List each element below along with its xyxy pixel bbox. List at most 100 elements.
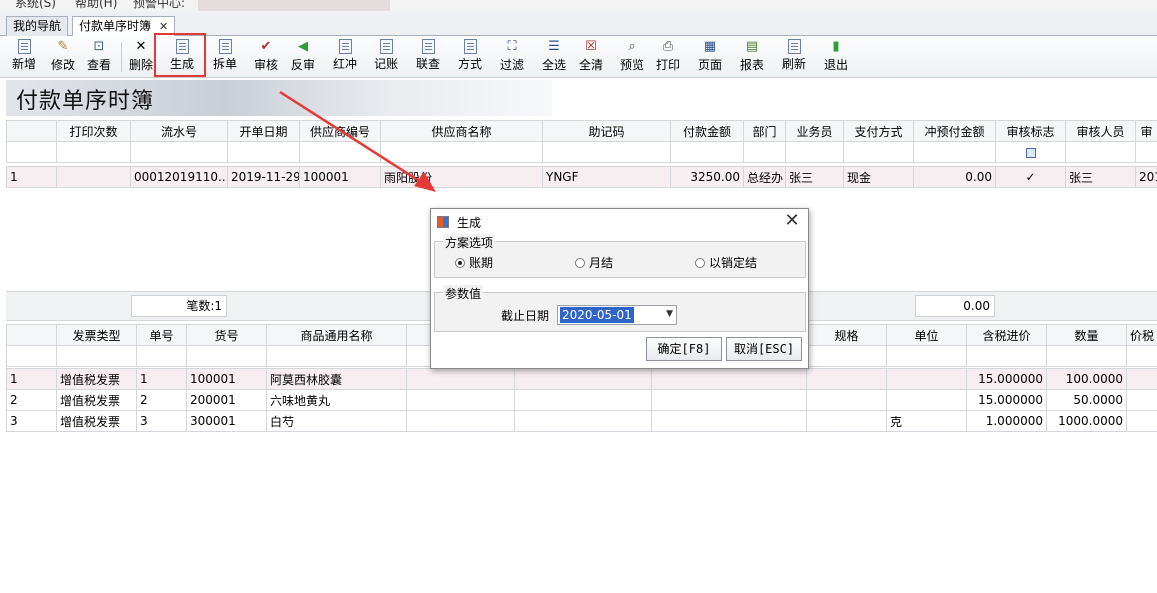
approve-button[interactable]: ✔ 审核: [250, 38, 282, 76]
view-button[interactable]: ⊡ 查看: [83, 38, 115, 76]
column-header[interactable]: 业务员: [785, 120, 844, 142]
edit-button[interactable]: ✎ 修改: [47, 38, 79, 76]
column-header[interactable]: [6, 324, 57, 346]
column-header[interactable]: 单位: [886, 324, 967, 346]
table-row[interactable]: 3 增值税发票 3 300001 白芍 克 1.000000 1000.0000: [6, 410, 1157, 432]
button-label: 预览: [619, 58, 644, 72]
column-header[interactable]: 发票类型: [56, 324, 137, 346]
filter-cell[interactable]: [966, 345, 1047, 367]
filter-cell[interactable]: [995, 141, 1066, 163]
report-button[interactable]: ▤ 报表: [736, 38, 768, 76]
close-icon[interactable]: ✕: [159, 20, 168, 33]
preview-button[interactable]: ⌕ 预览: [616, 38, 648, 76]
tab-my-navigation[interactable]: 我的导航: [6, 16, 69, 37]
filter-cell[interactable]: [380, 141, 543, 163]
post-button[interactable]: 记账: [370, 38, 402, 76]
column-header[interactable]: 部门: [743, 120, 786, 142]
chevron-down-icon[interactable]: ▼: [666, 309, 673, 319]
page-button[interactable]: ▦ 页面: [694, 38, 726, 76]
cell: [406, 389, 515, 411]
filter-cell[interactable]: [56, 141, 131, 163]
table-row[interactable]: 1 00012019110... 2019-11-29 100001 雨阳股份 …: [6, 166, 1157, 188]
exit-button[interactable]: ▮ 退出: [820, 38, 852, 76]
menu-help[interactable]: 帮助(H): [75, 0, 117, 11]
radio-monthly[interactable]: 月结: [575, 254, 613, 271]
filter-cell[interactable]: [130, 141, 228, 163]
button-label: 全清: [578, 58, 603, 72]
clear-all-button[interactable]: ☒ 全清: [575, 38, 607, 76]
approve-filter-checkbox[interactable]: [1025, 147, 1036, 158]
filter-cell[interactable]: [1065, 141, 1136, 163]
filter-cell[interactable]: [843, 141, 914, 163]
filter-cell[interactable]: [785, 141, 844, 163]
column-header[interactable]: 冲预付金额: [913, 120, 996, 142]
filter-cell[interactable]: [6, 141, 57, 163]
close-icon[interactable]: ✕: [782, 210, 802, 231]
column-header[interactable]: 打印次数: [56, 120, 131, 142]
mode-button[interactable]: 方式: [454, 38, 486, 76]
filter-cell[interactable]: [1126, 345, 1157, 367]
new-button[interactable]: 新增: [8, 38, 40, 76]
filter-cell[interactable]: [186, 345, 267, 367]
filter-cell[interactable]: [56, 345, 137, 367]
column-header[interactable]: 供应商名称: [380, 120, 543, 142]
red-reverse-button[interactable]: 红冲: [329, 38, 361, 76]
cell: [514, 368, 652, 390]
cell-item-name: 阿莫西林胶囊: [266, 368, 407, 390]
cutoff-date-dropdown[interactable]: 2020-05-01 ▼: [557, 305, 677, 325]
button-label: 联查: [415, 57, 440, 71]
filter-cell[interactable]: [1135, 141, 1157, 163]
ok-button[interactable]: 确定[F8]: [646, 337, 722, 361]
column-header[interactable]: 数量: [1046, 324, 1127, 346]
print-button[interactable]: ⎙ 打印: [652, 38, 684, 76]
column-header[interactable]: 支付方式: [843, 120, 914, 142]
filter-button[interactable]: ⛶ 过滤: [496, 38, 528, 76]
filter-cell[interactable]: [806, 345, 887, 367]
column-header[interactable]: 审核人员: [1065, 120, 1136, 142]
column-header[interactable]: 助记码: [542, 120, 671, 142]
column-header[interactable]: 价税: [1126, 324, 1157, 346]
column-header[interactable]: 流水号: [130, 120, 228, 142]
filter-cell[interactable]: [266, 345, 407, 367]
filter-cell[interactable]: [886, 345, 967, 367]
column-header[interactable]: 单号: [136, 324, 187, 346]
select-all-button[interactable]: ☰ 全选: [538, 38, 570, 76]
column-header[interactable]: 开单日期: [227, 120, 300, 142]
refresh-button[interactable]: 刷新: [778, 38, 810, 76]
column-header[interactable]: [6, 120, 57, 142]
filter-cell[interactable]: [670, 141, 744, 163]
dialog-titlebar[interactable]: 生成 ✕: [431, 209, 808, 235]
filter-cell[interactable]: [913, 141, 996, 163]
filter-cell[interactable]: [299, 141, 381, 163]
filter-cell[interactable]: [1046, 345, 1127, 367]
filter-cell[interactable]: [227, 141, 300, 163]
column-header[interactable]: 商品通用名称: [266, 324, 407, 346]
cell-salesperson: 张三: [785, 166, 844, 188]
cell-unit-price: 15.000000: [966, 368, 1047, 390]
menu-alert-center[interactable]: 预警中心:: [133, 0, 185, 11]
split-button[interactable]: 拆单: [209, 38, 241, 76]
column-header[interactable]: 付款金额: [670, 120, 744, 142]
approved-check-icon[interactable]: ✓: [995, 166, 1066, 188]
filter-cell[interactable]: [542, 141, 671, 163]
column-header[interactable]: 供应商编号: [299, 120, 381, 142]
unapprove-button[interactable]: ◀ 反审: [287, 38, 319, 76]
table-row[interactable]: 1 增值税发票 1 100001 阿莫西林胶囊 15.000000 100.00…: [6, 368, 1157, 390]
cancel-button[interactable]: 取消[ESC]: [726, 337, 802, 361]
new-doc-icon: [17, 39, 31, 54]
column-header[interactable]: 审核标志: [995, 120, 1066, 142]
column-header[interactable]: 货号: [186, 324, 267, 346]
column-header[interactable]: 规格: [806, 324, 887, 346]
radio-sale-settle[interactable]: 以销定结: [695, 254, 757, 271]
column-header[interactable]: 审: [1135, 120, 1157, 142]
scheme-options-group: 方案选项 账期 月结 以销定结: [434, 234, 806, 278]
menu-system[interactable]: 系统(S): [15, 0, 56, 11]
table-row[interactable]: 2 增值税发票 2 200001 六味地黄丸 15.000000 50.0000: [6, 389, 1157, 411]
filter-cell[interactable]: [743, 141, 786, 163]
radio-account-period[interactable]: 账期: [455, 254, 493, 271]
column-header[interactable]: 含税进价: [966, 324, 1047, 346]
delete-button[interactable]: ✕ 删除: [125, 38, 157, 76]
filter-cell[interactable]: [6, 345, 57, 367]
filter-cell[interactable]: [136, 345, 187, 367]
link-query-button[interactable]: 联查: [412, 38, 444, 76]
